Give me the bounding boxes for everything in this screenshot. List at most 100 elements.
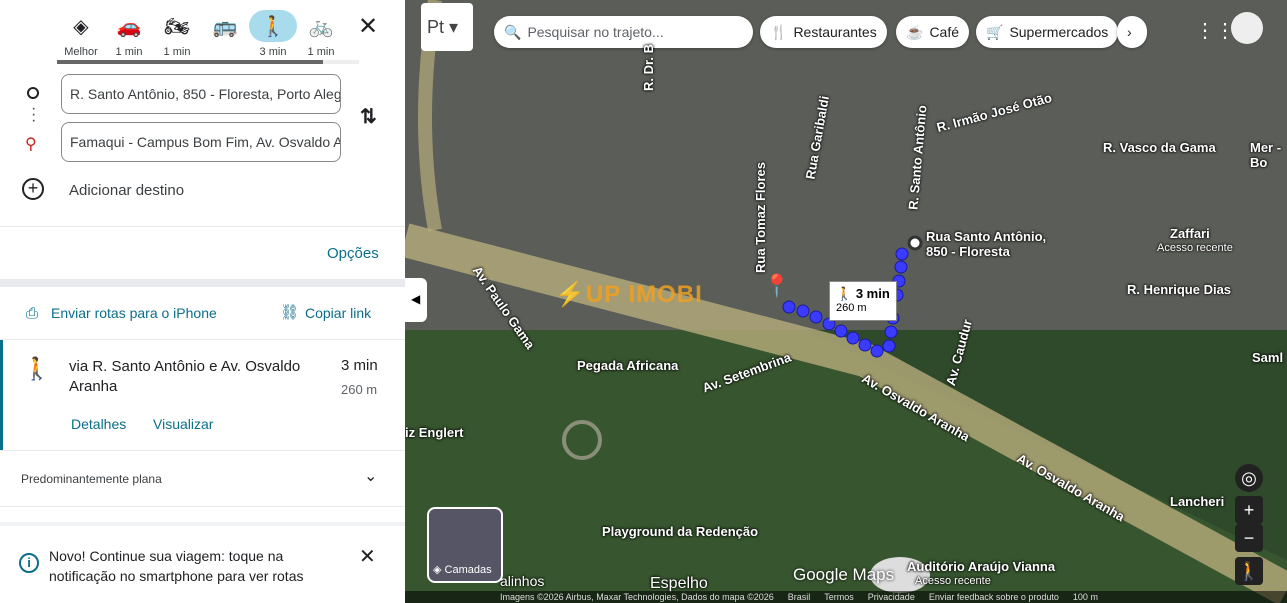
mode-label: 1 min (297, 46, 345, 58)
layers-button[interactable]: ◈ Camadas (427, 507, 503, 583)
link-icon: ⛓ (280, 303, 299, 321)
street-label: R. Vasco da Gama (1103, 140, 1216, 155)
my-location-button[interactable]: ◎ (1235, 464, 1263, 492)
chip-cafe[interactable]: ☕Café (896, 16, 969, 48)
place-label: Pegada Africana (577, 358, 678, 373)
phone-icon: ⎙ (26, 305, 38, 322)
cup-icon: ☕ (906, 24, 923, 41)
bus-icon: 🚌 (213, 14, 238, 39)
options-button[interactable]: Opções (327, 245, 379, 262)
car-icon: 🚗 (117, 14, 142, 39)
close-icon[interactable]: ✕ (358, 12, 378, 41)
destination-pin-icon: ⚲ (25, 134, 37, 154)
chip-restaurants[interactable]: 🍴Restaurantes (760, 16, 887, 48)
origin-marker (909, 237, 921, 249)
notice-text: Novo! Continue sua viagem: toque na noti… (49, 546, 339, 586)
cart-icon: 🛒 (986, 24, 1003, 41)
mode-bike-button[interactable]: 🚲 (297, 10, 345, 42)
region-link[interactable]: Brasil (788, 592, 811, 602)
route-icon: ◈ (73, 14, 88, 39)
chevron-down-icon[interactable]: ⌄ (364, 466, 377, 486)
apps-grid-icon[interactable]: ⋮⋮ (1195, 18, 1235, 43)
route-option[interactable]: 🚶 via R. Santo Antônio e Av. Osvaldo Ara… (0, 340, 405, 450)
route-via: via R. Santo Antônio e Av. Osvaldo Aranh… (69, 357, 339, 397)
swap-icon[interactable]: ⇅ (360, 104, 377, 129)
add-destination-button[interactable]: Adicionar destino (69, 182, 184, 199)
route-distance: 260 m (341, 382, 377, 397)
place-label: Auditório Araújo Vianna (907, 559, 1055, 574)
motorcycle-icon: 🏍 (164, 14, 189, 39)
mode-label: 3 min (249, 46, 297, 58)
search-icon: 🔍 (504, 24, 521, 41)
attribution: Imagens ©2026 Airbus, Maxar Technologies… (500, 592, 774, 602)
mode-label: 1 min (105, 46, 153, 58)
chips-next-button[interactable]: › (1117, 16, 1147, 48)
route-callout[interactable]: 🚶 3 min 260 m (829, 281, 897, 321)
place-label: Playground da Redenção (602, 524, 758, 539)
layers-icon: ◈ (433, 564, 445, 576)
zoom-out-button[interactable]: − (1235, 524, 1263, 552)
copy-link-button[interactable]: Copiar link (305, 305, 371, 321)
feedback-link[interactable]: Enviar feedback sobre o produto (929, 592, 1059, 602)
divider (0, 279, 405, 287)
street-view-pegman-icon[interactable]: 🚶 (1235, 557, 1263, 585)
chip-supermarkets[interactable]: 🛒Supermercados (976, 16, 1118, 48)
mode-label: 1 min (153, 46, 201, 58)
details-button[interactable]: Detalhes (71, 416, 126, 432)
map-footer: Imagens ©2026 Airbus, Maxar Technologies… (405, 591, 1287, 603)
mode-car-button[interactable]: 🚗 (105, 10, 153, 42)
mode-transit-button[interactable]: 🚌 (201, 10, 249, 42)
mode-label: Melhor (57, 46, 105, 58)
callout-distance: 260 m (836, 302, 890, 314)
street-label: iz Englert (405, 425, 464, 440)
scale-bar[interactable]: 100 m (1073, 592, 1098, 602)
directions-panel: ◈ 🚗 🏍 🚌 🚶 🚲 Melhor 1 min 1 min 3 min 1 m… (0, 0, 405, 603)
privacy-link[interactable]: Privacidade (868, 592, 915, 602)
walk-icon: 🚶 (23, 356, 50, 382)
origin-input[interactable]: R. Santo Antônio, 850 - Floresta, Porto … (61, 74, 341, 114)
origin-circle-icon (27, 87, 39, 99)
street-label: Rua Tomaz Flores (753, 162, 768, 273)
account-avatar[interactable] (1231, 12, 1263, 44)
send-to-iphone-button[interactable]: Enviar rotas para o iPhone (51, 305, 217, 321)
collapse-panel-button[interactable]: ◀ (405, 278, 427, 322)
mode-walk-button[interactable]: 🚶 (249, 10, 297, 42)
divider (0, 450, 405, 451)
destination-input[interactable]: Famaqui - Campus Bom Fim, Av. Osvaldo Ar… (61, 122, 341, 162)
callout-time: 3 min (856, 286, 890, 301)
terms-link[interactable]: Termos (824, 592, 854, 602)
divider (0, 506, 405, 507)
info-icon: i (19, 553, 39, 573)
zoom-in-button[interactable]: + (1235, 496, 1263, 524)
place-label: alinhos (500, 573, 544, 589)
mode-scrollbar[interactable] (57, 60, 359, 64)
street-label: R. Dr. B (641, 44, 656, 91)
bike-icon: 🚲 (309, 14, 334, 39)
fork-knife-icon: 🍴 (770, 24, 787, 41)
destination-pin-icon[interactable]: 📍 (763, 273, 790, 299)
route-search-input[interactable]: 🔍Pesquisar no trajeto... (494, 16, 753, 48)
map-view[interactable]: 📍 Pt ▾ 🔍Pesquisar no trajeto... 🍴Restaur… (405, 0, 1287, 603)
mode-motorcycle-button[interactable]: 🏍 (153, 10, 201, 42)
divider (0, 226, 405, 227)
map-type-button[interactable]: Pt ▾ (421, 3, 473, 51)
place-sublabel: Acesso recente (1157, 242, 1233, 254)
place-label: Saml (1252, 350, 1283, 365)
add-icon[interactable]: + (22, 178, 44, 200)
place-sublabel: Acesso recente (915, 575, 991, 587)
street-label: R. Henrique Dias (1127, 282, 1231, 297)
watermark-logo: ⚡UP IMOBI (555, 280, 703, 309)
walk-icon: 🚶 (261, 14, 286, 39)
close-notice-icon[interactable]: ✕ (359, 544, 376, 569)
origin-label: Rua Santo Antônio, 850 - Floresta (926, 229, 1056, 259)
dots-icon: ··· (31, 106, 36, 124)
preview-button[interactable]: Visualizar (153, 416, 213, 432)
mode-best-button[interactable]: ◈ (57, 10, 105, 42)
terrain-text: Predominantemente plana (21, 472, 162, 486)
place-label: Lancheri (1170, 494, 1224, 509)
place-label: Mer - Bo (1250, 140, 1287, 170)
divider (0, 522, 405, 526)
google-maps-logo: Google Maps (793, 565, 894, 585)
walk-icon: 🚶 (836, 286, 852, 301)
place-label: Zaffari (1170, 226, 1210, 241)
